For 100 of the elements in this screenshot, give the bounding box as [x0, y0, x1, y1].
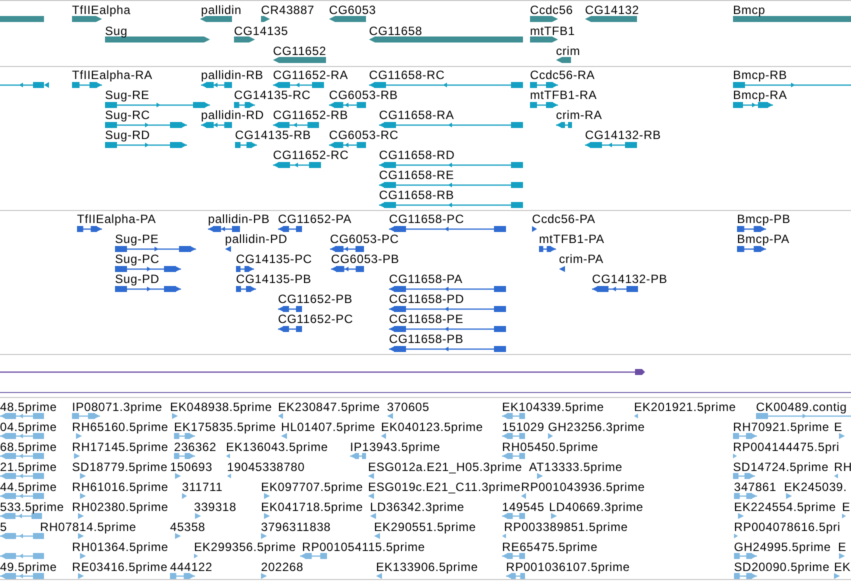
read-label: RH02380.5prime — [72, 501, 168, 513]
read-label: LD40669.3prime — [549, 501, 644, 513]
read-label: 21.5prime — [0, 461, 57, 473]
read-label: SD14724.5prime — [733, 461, 829, 473]
read-label: EK290551.5prime — [374, 521, 476, 533]
gene-label: pallidin — [201, 4, 242, 16]
read-label: RH — [834, 461, 851, 473]
read-label: RH70921.5prime — [733, 421, 830, 433]
read-label: 347861 — [734, 481, 776, 493]
read-label: 311711 — [182, 481, 223, 493]
transcript-label: CG11652-RC — [273, 149, 349, 161]
protein-label: pallidin-PD — [225, 233, 288, 245]
read-label: GH24995.5prime — [734, 541, 831, 553]
protein-label: Sug-PD — [115, 273, 160, 285]
protein-label: Bmcp-PB — [737, 213, 790, 225]
protein-label: CG11652-PA — [278, 213, 352, 225]
read-label: RE65475.5prime — [502, 541, 598, 553]
read-label: HL01407.5prime — [281, 421, 376, 433]
read-label: 44.5prime — [0, 481, 57, 493]
transcript-label: CG6053-RB — [329, 89, 398, 101]
read-label: EK201921.5prime — [634, 401, 736, 413]
read-label: EK040123.5prime — [381, 421, 484, 433]
transcript-label: CG11652-RB — [273, 109, 348, 121]
read-label: EK175835.5prime — [174, 421, 276, 433]
transcript-label: CG11658-RB — [379, 189, 454, 201]
transcript-label: pallidin-RB — [201, 69, 264, 81]
read-label: 48.5prime — [0, 401, 57, 413]
gene-label: Ccdc56 — [530, 4, 574, 16]
read-label: 150693 — [170, 461, 212, 473]
protein-label: mtTFB1-PA — [539, 233, 604, 245]
gene-label: mtTFB1 — [530, 24, 576, 36]
transcript-label: TfIIEalpha-RA — [72, 69, 153, 81]
read-label: RP004078616.5pri — [734, 521, 840, 533]
gene-label: CG6053 — [329, 4, 376, 16]
protein-label: CG11658-PB — [389, 333, 464, 345]
read-label: RP004144475.5pri — [733, 441, 840, 453]
read-label: EK230847.5prime — [278, 401, 380, 413]
read-label: IP13943.5prime — [350, 441, 440, 453]
read-label: 444122 — [170, 561, 212, 573]
transcript-label: Ccdc56-RA — [530, 69, 595, 81]
transcript-label: CG6053-RC — [329, 129, 399, 141]
read-label: ESG012a.E21_H05.3prime — [368, 461, 522, 473]
read-label: RH01364.5prime — [72, 541, 168, 553]
read-label: RP001043936.5prime — [521, 481, 645, 493]
read-label: EK041718.5prime — [261, 501, 364, 513]
gene-label: crim — [556, 45, 580, 57]
transcript-label: Sug-RE — [105, 89, 150, 101]
read-label: RH61016.5prime — [72, 481, 168, 493]
read-label: 370605 — [387, 401, 430, 413]
read-label: EK133906.5prime — [376, 561, 478, 573]
transcript-label: crim-RA — [556, 109, 602, 121]
protein-label: CG6053-PB — [331, 253, 400, 265]
protein-label: CG11652-PC — [278, 313, 354, 325]
transcript-label: CG11652-RA — [273, 69, 348, 81]
protein-label: CG14132-PB — [592, 273, 668, 285]
read-label: RH17145.5prime — [72, 441, 168, 453]
read-label: RP003389851.5prime — [504, 521, 628, 533]
read-label: 149545 — [502, 501, 544, 513]
read-label: EK136043.5prime — [226, 441, 328, 453]
read-label: 202268 — [261, 561, 304, 573]
protein-label: Ccdc56-PA — [532, 213, 596, 225]
gene-label: CG14135 — [234, 24, 288, 36]
read-label: EK104339.5prime — [502, 401, 604, 413]
read-label: 68.5prime — [0, 441, 57, 453]
read-label: GH23256.3prime — [548, 421, 645, 433]
protein-label: CG6053-PC — [330, 233, 399, 245]
protein-label: TfIIEalpha-PA — [77, 213, 156, 225]
gene-label: Sug — [105, 24, 128, 36]
transcript-label: pallidin-RD — [201, 109, 264, 121]
protein-label: crim-PA — [559, 253, 604, 265]
transcript-label: Sug-RD — [105, 129, 150, 141]
protein-label: CG11652-PB — [278, 293, 352, 305]
transcript-label: CG14132-RB — [585, 129, 662, 141]
read-label: EK245039. — [784, 481, 847, 493]
read-label: E — [838, 541, 846, 553]
read-label: 45358 — [170, 521, 206, 533]
read-label: 19045338780 — [227, 461, 305, 473]
transcript-label: CG11658-RD — [379, 149, 455, 161]
read-label: 3796311838 — [261, 521, 331, 533]
read-label: E — [842, 501, 850, 513]
transcript-label: Bmcp-RA — [733, 89, 788, 101]
read-label: ESG019c.E21_C11.3prime — [368, 481, 521, 493]
protein-label: pallidin-PB — [208, 213, 270, 225]
read-label: RH65160.5prime — [72, 421, 168, 433]
read-label: 236362 — [174, 441, 216, 453]
protein-label: CG14135-PC — [236, 253, 312, 265]
read-label: EK097707.5prime — [261, 481, 364, 493]
transcript-label: mtTFB1-RA — [530, 89, 597, 101]
read-label: 04.5prime — [0, 421, 57, 433]
protein-label: CG11658-PC — [389, 213, 464, 225]
read-label: 339318 — [194, 501, 236, 513]
read-label: EK299356.5prime — [194, 541, 296, 553]
transcript-label: CG11658-RA — [379, 109, 454, 121]
protein-label: Bmcp-PA — [737, 233, 790, 245]
protein-label: Sug-PE — [115, 233, 159, 245]
transcript-label: CG14135-RC — [234, 89, 311, 101]
gene-label: CG14132 — [585, 4, 640, 16]
read-label: EK224554.5prime — [734, 501, 836, 513]
read-label: EK048938.5prime — [170, 401, 272, 413]
read-label: E — [834, 421, 842, 433]
